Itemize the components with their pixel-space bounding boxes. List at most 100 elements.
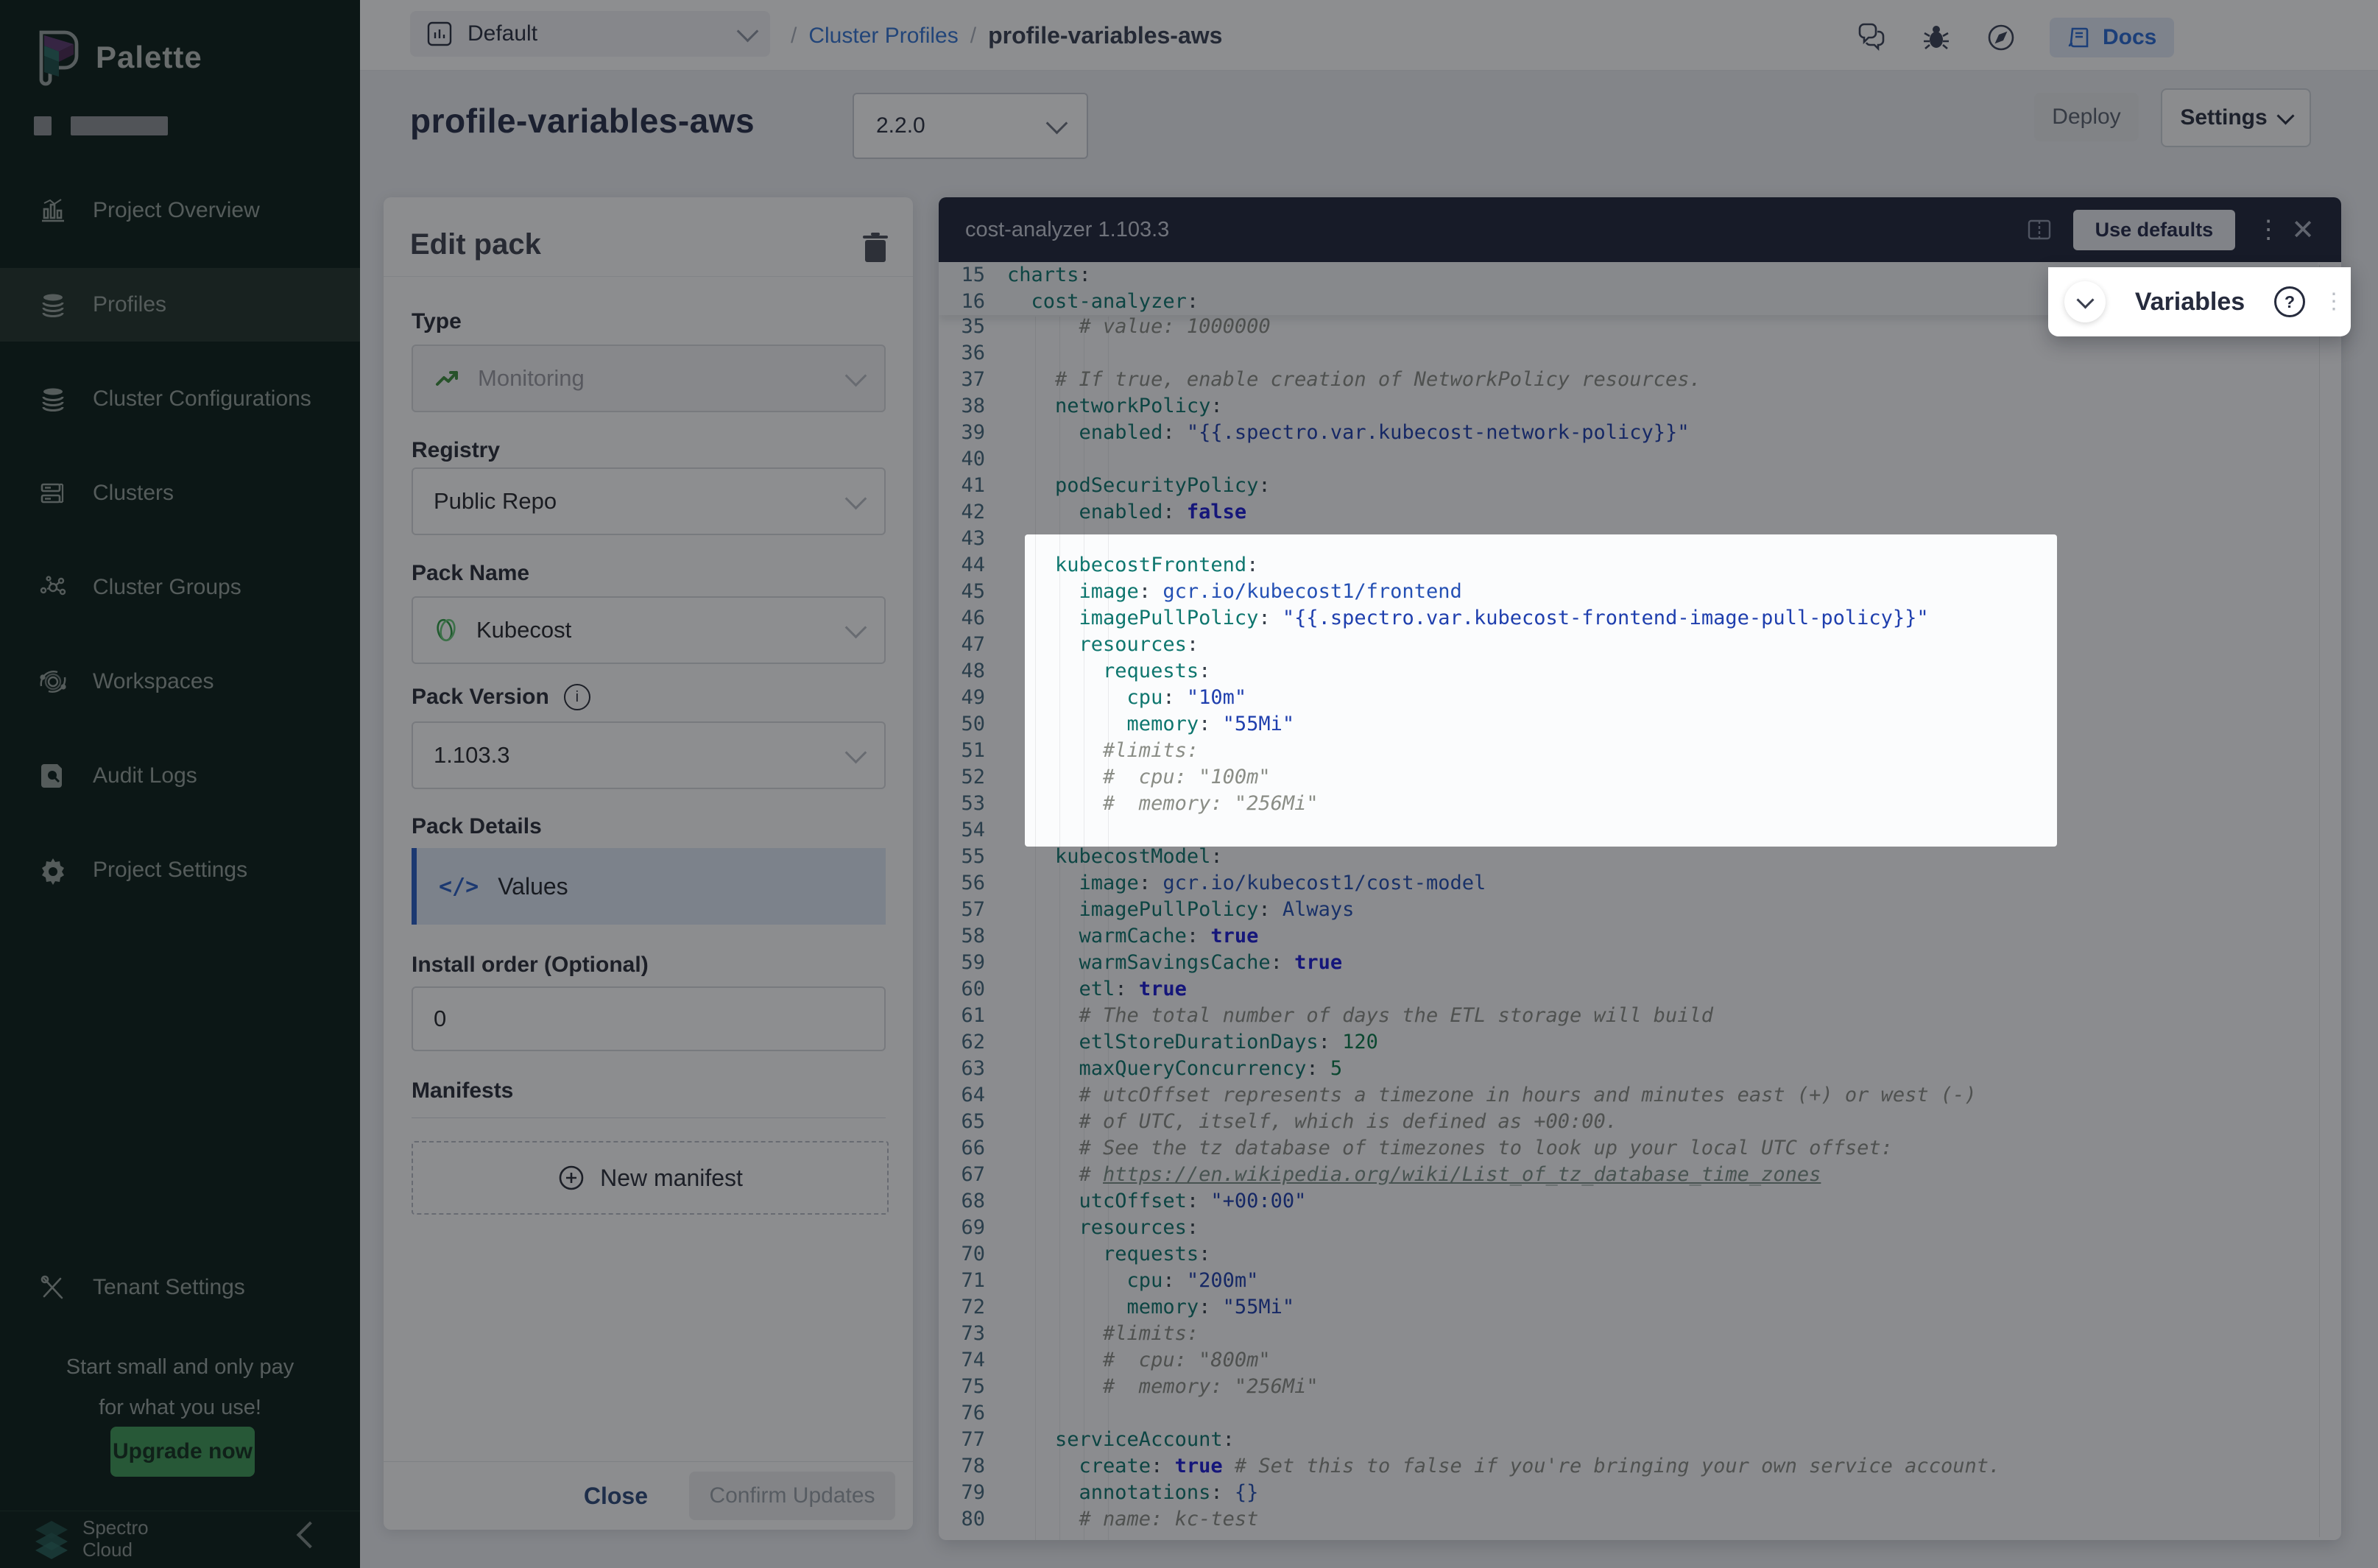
line-number: 71 xyxy=(939,1268,1007,1294)
code-text: resources: xyxy=(1007,1215,1199,1241)
manifests-label: Manifests xyxy=(412,1078,513,1103)
variables-menu-icon[interactable]: ⋮ xyxy=(2323,296,2335,308)
code-text: serviceAccount: xyxy=(1007,1427,1235,1453)
explore-compass-icon[interactable] xyxy=(1985,21,2017,54)
code-text: enabled: false xyxy=(1007,499,1246,526)
code-line-64[interactable]: 64 # utcOffset represents a timezone in … xyxy=(939,1082,2319,1109)
code-line-73[interactable]: 73 #limits: xyxy=(939,1321,2319,1347)
line-number: 78 xyxy=(939,1453,1007,1480)
pack-name-select[interactable]: Kubecost xyxy=(412,596,886,664)
breadcrumb-cluster-profiles[interactable]: Cluster Profiles xyxy=(808,24,958,49)
code-line-79[interactable]: 79 annotations: {} xyxy=(939,1480,2319,1506)
feedback-chat-icon[interactable] xyxy=(1855,21,1888,54)
close-button[interactable]: Close xyxy=(584,1483,648,1510)
code-text: etl: true xyxy=(1007,976,1187,1003)
variables-collapse-button[interactable] xyxy=(2064,281,2106,322)
code-lines[interactable]: 35 # value: 10000003637 # If true, enabl… xyxy=(939,314,2319,1533)
sidebar-item-cluster-groups[interactable]: Cluster Groups xyxy=(0,551,360,624)
code-line-74[interactable]: 74 # cpu: "800m" xyxy=(939,1347,2319,1374)
code-line-42[interactable]: 42 enabled: false xyxy=(939,499,2319,526)
redacted-text-block xyxy=(34,116,52,135)
split-view-icon[interactable] xyxy=(2026,216,2053,243)
upgrade-now-button[interactable]: Upgrade now xyxy=(110,1427,255,1477)
bug-report-icon[interactable] xyxy=(1920,21,1952,54)
code-line-65[interactable]: 65 # of UTC, itself, which is defined as… xyxy=(939,1109,2319,1135)
sidebar-item-clusters[interactable]: Clusters xyxy=(0,456,360,530)
code-line-66[interactable]: 66 # See the tz database of timezones to… xyxy=(939,1135,2319,1162)
code-line-62[interactable]: 62 etlStoreDurationDays: 120 xyxy=(939,1029,2319,1056)
sidebar-item-cluster-configurations[interactable]: Cluster Configurations xyxy=(0,362,360,436)
code-line-57[interactable]: 57 imagePullPolicy: Always xyxy=(939,897,2319,923)
code-line-40[interactable]: 40 xyxy=(939,446,2319,473)
code-line-72[interactable]: 72 memory: "55Mi" xyxy=(939,1294,2319,1321)
orbit-icon xyxy=(38,667,68,696)
pack-version-select[interactable]: 1.103.3 xyxy=(412,721,886,789)
code-line-36[interactable]: 36 xyxy=(939,340,2319,367)
info-icon[interactable]: i xyxy=(564,684,590,710)
sidebar-item-label: Project Overview xyxy=(93,198,260,223)
deploy-button[interactable]: Deploy xyxy=(2034,93,2139,141)
registry-select[interactable]: Public Repo xyxy=(412,467,886,535)
code-line-70[interactable]: 70 requests: xyxy=(939,1241,2319,1268)
line-number: 64 xyxy=(939,1082,1007,1109)
use-defaults-button[interactable]: Use defaults xyxy=(2073,210,2236,250)
line-number: 67 xyxy=(939,1162,1007,1188)
sidebar-item-label: Tenant Settings xyxy=(93,1275,245,1300)
code-line-69[interactable]: 69 resources: xyxy=(939,1215,2319,1241)
code-line-68[interactable]: 68 utcOffset: "+00:00" xyxy=(939,1188,2319,1215)
editor-close-icon[interactable]: ✕ xyxy=(2291,213,2315,247)
sidebar-item-label: Clusters xyxy=(93,481,174,506)
code-text: cpu: "200m" xyxy=(1007,1268,1258,1294)
code-line-41[interactable]: 41 podSecurityPolicy: xyxy=(939,473,2319,499)
code-values-icon: </> xyxy=(439,874,479,900)
code-line-76[interactable]: 76 xyxy=(939,1400,2319,1427)
project-switcher[interactable]: Default xyxy=(410,11,770,57)
code-line-38[interactable]: 38 networkPolicy: xyxy=(939,393,2319,420)
sidebar-collapse-icon[interactable] xyxy=(297,1522,324,1549)
code-line-77[interactable]: 77 serviceAccount: xyxy=(939,1427,2319,1453)
logo-wordmark: Palette xyxy=(96,40,202,75)
code-line-58[interactable]: 58 warmCache: true xyxy=(939,923,2319,950)
line-number: 80 xyxy=(939,1506,1007,1533)
editor-menu-icon[interactable]: ⋮ xyxy=(2256,222,2271,237)
pack-details-values-item[interactable]: </> Values xyxy=(412,848,886,925)
code-line-78[interactable]: 78 create: true # Set this to false if y… xyxy=(939,1453,2319,1480)
code-line-37[interactable]: 37 # If true, enable creation of Network… xyxy=(939,367,2319,393)
sidebar-item-project-settings[interactable]: Project Settings xyxy=(0,833,360,907)
code-line-67[interactable]: 67 # https://en.wikipedia.org/wiki/List_… xyxy=(939,1162,2319,1188)
scrollbar[interactable] xyxy=(2319,265,2320,1537)
code-line-71[interactable]: 71 cpu: "200m" xyxy=(939,1268,2319,1294)
line-number: 54 xyxy=(939,817,1007,844)
sidebar-item-project-overview[interactable]: Project Overview xyxy=(0,174,360,247)
version-select[interactable]: 2.2.0 xyxy=(853,93,1088,159)
code-text: requests: xyxy=(1007,1241,1210,1268)
line-number: 35 xyxy=(939,314,1007,340)
redacted-text-block xyxy=(71,116,168,135)
code-line-60[interactable]: 60 etl: true xyxy=(939,976,2319,1003)
code-line-61[interactable]: 61 # The total number of days the ETL st… xyxy=(939,1003,2319,1029)
new-manifest-button[interactable]: New manifest xyxy=(412,1141,889,1215)
sidebar-item-profiles[interactable]: Profiles xyxy=(0,268,360,342)
code-line-55[interactable]: 55 kubecostModel: xyxy=(939,844,2319,870)
code-line-63[interactable]: 63 maxQueryConcurrency: 5 xyxy=(939,1056,2319,1082)
code-text: # https://en.wikipedia.org/wiki/List_of_… xyxy=(1007,1162,1821,1188)
code-line-75[interactable]: 75 # memory: "256Mi" xyxy=(939,1374,2319,1400)
install-order-input[interactable]: 0 xyxy=(412,986,886,1051)
code-text: utcOffset: "+00:00" xyxy=(1007,1188,1306,1215)
settings-button[interactable]: Settings xyxy=(2161,88,2311,147)
code-line-39[interactable]: 39 enabled: "{{.spectro.var.kubecost-net… xyxy=(939,420,2319,446)
confirm-updates-button[interactable]: Confirm Updates xyxy=(689,1472,895,1520)
code-line-80[interactable]: 80 # name: kc-test xyxy=(939,1506,2319,1533)
line-number: 56 xyxy=(939,870,1007,897)
divider xyxy=(412,1117,886,1118)
sidebar-item-audit-logs[interactable]: Audit Logs xyxy=(0,739,360,813)
code-text: warmCache: true xyxy=(1007,923,1258,950)
sidebar-item-workspaces[interactable]: Workspaces xyxy=(0,645,360,718)
help-icon[interactable]: ? xyxy=(2274,286,2305,317)
delete-pack-icon[interactable] xyxy=(861,231,890,264)
code-line-56[interactable]: 56 image: gcr.io/kubecost1/cost-model xyxy=(939,870,2319,897)
docs-button[interactable]: Docs xyxy=(2050,18,2174,57)
code-line-59[interactable]: 59 warmSavingsCache: true xyxy=(939,950,2319,976)
sidebar-item-label: Cluster Configurations xyxy=(93,386,311,412)
sidebar-item-tenant-settings[interactable]: Tenant Settings xyxy=(0,1251,360,1324)
